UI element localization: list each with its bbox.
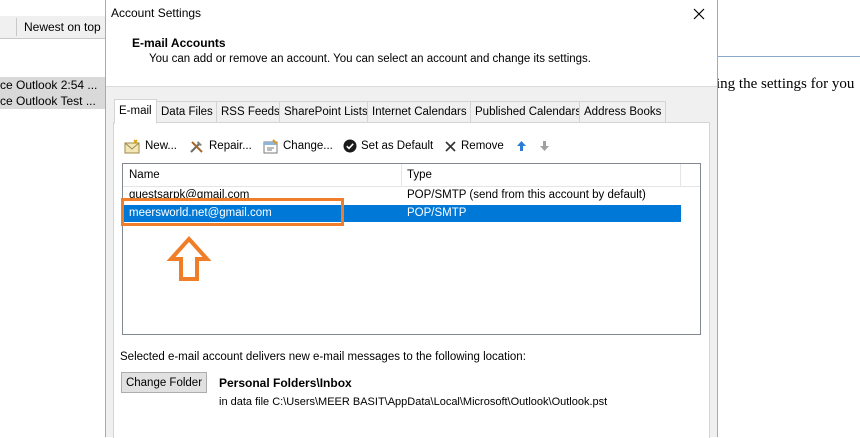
column-separator[interactable] <box>680 164 681 186</box>
dialog-header: E-mail Accounts You can add or remove an… <box>106 28 717 87</box>
header-title: E-mail Accounts <box>132 36 226 50</box>
tab-rss-feeds[interactable]: RSS Feeds <box>216 101 285 123</box>
tab-address-books[interactable]: Address Books <box>579 101 667 123</box>
tab-email[interactable]: E-mail <box>114 99 157 124</box>
move-down-button[interactable] <box>539 137 550 155</box>
arrow-up-icon <box>517 141 526 151</box>
account-row[interactable]: guestsarpk@gmail.com POP/SMTP (send from… <box>123 187 681 204</box>
tab-sharepoint-lists[interactable]: SharePoint Lists <box>279 101 373 123</box>
tab-published-calendars[interactable]: Published Calendars <box>470 101 587 123</box>
new-mail-icon <box>124 138 140 153</box>
remove-label: Remove <box>461 140 504 152</box>
change-settings-icon <box>263 138 278 153</box>
change-button[interactable]: Change... <box>262 137 333 155</box>
remove-x-icon <box>445 140 456 152</box>
sort-order-label[interactable]: Newest on top <box>24 20 101 34</box>
column-separator[interactable] <box>401 164 402 186</box>
account-name: guestsarpk@gmail.com <box>129 189 250 201</box>
arrow-down-icon <box>540 141 549 151</box>
sort-bar[interactable]: Newest on top <box>0 16 106 39</box>
new-account-button[interactable]: New... <box>124 137 177 155</box>
account-type: POP/SMTP <box>407 207 467 219</box>
change-label: Change... <box>283 140 333 152</box>
dialog-titlebar: Account Settings <box>106 0 717 28</box>
sort-bar-separator <box>16 18 17 36</box>
reading-pane-text: ing the settings for you <box>716 76 855 92</box>
change-folder-button[interactable]: Change Folder <box>121 372 207 393</box>
remove-button[interactable]: Remove <box>444 137 504 155</box>
message-list-item[interactable]: ce Outlook Test ... <box>0 93 106 109</box>
new-account-label: New... <box>145 140 177 152</box>
move-up-button[interactable] <box>516 137 527 155</box>
column-header-type[interactable]: Type <box>407 169 432 181</box>
repair-tools-icon <box>190 140 203 153</box>
close-icon <box>693 8 705 20</box>
checkmark-circle-icon <box>343 139 357 153</box>
close-button[interactable] <box>685 2 713 26</box>
account-row-selected[interactable]: meersworld.net@gmail.com POP/SMTP <box>123 205 681 222</box>
list-header: Name Type <box>123 164 700 187</box>
delivery-location-label: Selected e-mail account delivers new e-m… <box>120 351 526 363</box>
account-type: POP/SMTP (send from this account by defa… <box>407 189 646 201</box>
tab-internet-calendars[interactable]: Internet Calendars <box>367 101 472 123</box>
set-as-default-button[interactable]: Set as Default <box>343 137 433 155</box>
arrow-up-annotation-icon <box>166 236 212 281</box>
tab-data-files[interactable]: Data Files <box>156 101 218 123</box>
repair-button[interactable]: Repair... <box>189 137 252 155</box>
header-description: You can add or remove an account. You ca… <box>149 53 591 65</box>
delivery-folder-name: Personal Folders\Inbox <box>219 376 352 390</box>
account-name: meersworld.net@gmail.com <box>129 207 272 219</box>
delivery-data-file-path: in data file C:\Users\MEER BASIT\AppData… <box>219 396 608 408</box>
dialog-title: Account Settings <box>111 6 202 20</box>
message-list-item[interactable]: ce Outlook 2:54 ... <box>0 77 106 93</box>
repair-label: Repair... <box>209 140 252 152</box>
set-as-default-label: Set as Default <box>361 140 434 152</box>
column-header-name[interactable]: Name <box>129 169 160 181</box>
reading-pane-divider <box>718 56 860 57</box>
